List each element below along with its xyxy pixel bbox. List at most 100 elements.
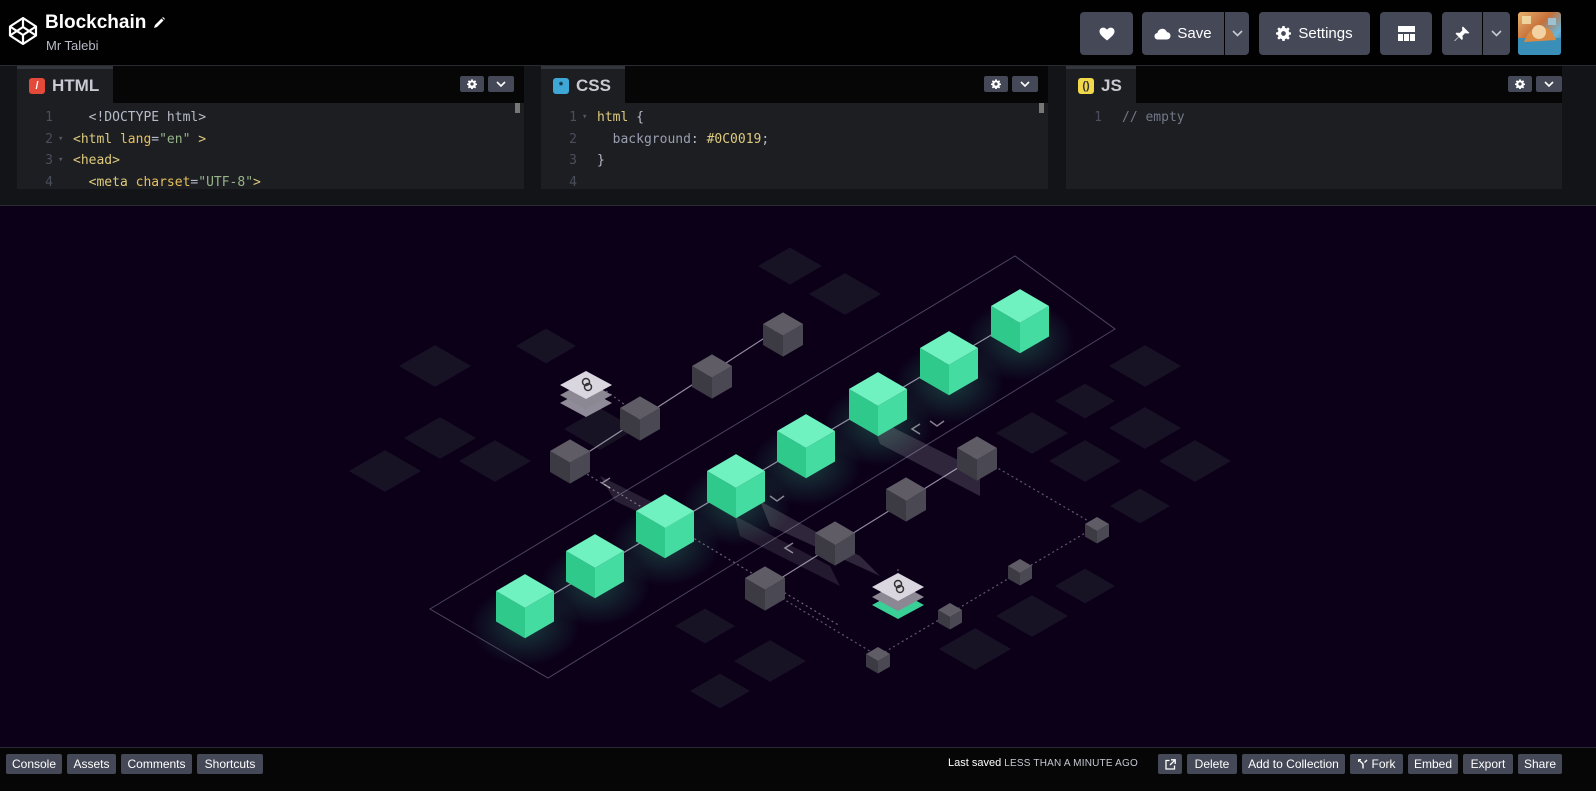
save-options-button[interactable] — [1225, 12, 1249, 55]
chevron-down-icon — [496, 81, 506, 87]
tab-css[interactable]: * CSS — [541, 66, 625, 103]
background-tile — [1049, 440, 1121, 482]
gear-icon — [991, 79, 1001, 89]
css-settings-button[interactable] — [984, 76, 1008, 92]
line-number: 2 — [569, 131, 577, 147]
pen-title-text[interactable]: Blockchain — [45, 12, 146, 34]
shortcuts-button[interactable]: Shortcuts — [197, 754, 263, 774]
code-text: html { — [597, 110, 644, 125]
add-to-collection-button[interactable]: Add to Collection — [1242, 754, 1345, 774]
last-saved-label: Last saved — [948, 757, 1002, 769]
chevron-down-icon — [1231, 30, 1243, 37]
tab-css-label: CSS — [576, 76, 611, 95]
line-number: 1 — [569, 110, 577, 125]
css-editor-header: * CSS — [541, 66, 1048, 103]
code-line[interactable]: 4 <meta charset="UTF-8"> — [17, 172, 524, 190]
js-editor-header: () JS — [1066, 66, 1562, 103]
pin-button[interactable] — [1442, 12, 1482, 55]
grey-block — [886, 477, 926, 522]
external-link-icon — [1164, 758, 1176, 770]
line-number: 4 — [45, 174, 53, 190]
cloud-icon — [1154, 28, 1171, 39]
grey-block — [866, 647, 890, 674]
header: Blockchain Mr Talebi Save Settings — [0, 0, 1596, 66]
grey-block — [763, 312, 803, 357]
love-button[interactable] — [1080, 12, 1133, 55]
chevron-down-icon — [1544, 81, 1554, 87]
code-line[interactable]: 1 // empty — [1066, 107, 1562, 128]
console-button[interactable]: Console — [6, 754, 62, 774]
footer: Console Assets Comments Shortcuts Last s… — [0, 747, 1596, 791]
code-line[interactable]: 3 ▾ <head> — [17, 150, 524, 171]
background-tile — [690, 673, 750, 709]
last-saved-value: LESS THAN A MINUTE AGO — [1004, 758, 1138, 769]
change-view-button[interactable] — [1380, 12, 1432, 55]
assets-button[interactable]: Assets — [67, 754, 116, 774]
code-line[interactable]: 1 ▾ html { — [541, 107, 1048, 128]
code-text: <meta charset="UTF-8"> — [73, 174, 261, 190]
open-in-new-window-button[interactable] — [1158, 754, 1182, 774]
pen-title[interactable]: Blockchain — [45, 12, 166, 34]
export-button[interactable]: Export — [1463, 754, 1513, 774]
code-line[interactable]: 2 background: #0C0019; — [541, 129, 1048, 150]
js-code-area[interactable]: 1 // empty — [1066, 103, 1562, 189]
css-collapse-button[interactable] — [1012, 76, 1038, 92]
grey-block — [550, 439, 590, 484]
background-tile — [399, 345, 471, 387]
delete-button[interactable]: Delete — [1187, 754, 1237, 774]
background-tile — [1055, 383, 1115, 419]
html-scrollbar[interactable] — [515, 103, 520, 113]
grey-block — [1085, 517, 1109, 544]
css-scrollbar[interactable] — [1039, 103, 1044, 113]
pin-options-button[interactable] — [1483, 12, 1510, 55]
author-name[interactable]: Mr Talebi — [46, 38, 99, 53]
tab-html[interactable]: / HTML — [17, 66, 114, 103]
fork-button[interactable]: Fork — [1350, 754, 1403, 774]
fold-toggle-icon[interactable]: ▾ — [582, 107, 587, 128]
settings-button[interactable]: Settings — [1259, 12, 1370, 55]
code-line[interactable]: 2 ▾ <html lang="en" > — [17, 129, 524, 150]
gear-icon — [1515, 79, 1525, 89]
background-tile — [459, 440, 531, 482]
code-text: } — [597, 153, 605, 168]
fold-toggle-icon[interactable]: ▾ — [58, 150, 63, 171]
chevron-down-icon — [1491, 30, 1502, 37]
css-code-area[interactable]: 1 ▾ html {2 background: #0C0019; 3} 4 — [541, 103, 1048, 189]
background-tile — [758, 247, 822, 285]
line-number: 2 — [45, 131, 53, 147]
html-editor-header: / HTML — [17, 66, 524, 103]
js-editor: () JS 1 // empty — [1066, 66, 1562, 189]
html-settings-button[interactable] — [460, 76, 484, 92]
line-number: 1 — [45, 110, 53, 125]
tab-js[interactable]: () JS — [1066, 66, 1136, 103]
pencil-icon[interactable] — [152, 16, 166, 30]
code-line[interactable]: 3} — [541, 150, 1048, 171]
codepen-logo-icon[interactable] — [7, 15, 39, 47]
code-text: background: #0C0019; — [597, 131, 770, 147]
background-tile — [1159, 440, 1231, 482]
background-tile — [809, 273, 881, 315]
grey-block — [938, 603, 962, 630]
link-chip — [560, 371, 612, 417]
background-tile — [996, 595, 1068, 637]
html-code-area[interactable]: 1 <!DOCTYPE html> 2 ▾ <html lang="en" > 3 ▾ <h… — [17, 103, 524, 189]
comments-button[interactable]: Comments — [121, 754, 192, 774]
fork-label: Fork — [1371, 757, 1396, 771]
code-line[interactable]: 4 — [541, 172, 1048, 190]
user-avatar[interactable] — [1518, 12, 1561, 55]
code-line[interactable]: 1 <!DOCTYPE html> — [17, 107, 524, 128]
layout-icon — [1397, 26, 1415, 41]
js-collapse-button[interactable] — [1536, 76, 1562, 92]
share-button[interactable]: Share — [1518, 754, 1562, 774]
html-collapse-button[interactable] — [488, 76, 514, 92]
js-icon: () — [1078, 78, 1094, 94]
preview-pane[interactable] — [0, 206, 1596, 747]
fold-toggle-icon[interactable]: ▾ — [58, 129, 63, 150]
embed-button[interactable]: Embed — [1408, 754, 1458, 774]
js-settings-button[interactable] — [1508, 76, 1532, 92]
background-tile — [349, 450, 421, 492]
save-button[interactable]: Save — [1142, 12, 1224, 55]
editor-resize-handle[interactable] — [0, 189, 1596, 206]
line-number: 3 — [569, 153, 577, 168]
background-tile — [996, 412, 1068, 454]
